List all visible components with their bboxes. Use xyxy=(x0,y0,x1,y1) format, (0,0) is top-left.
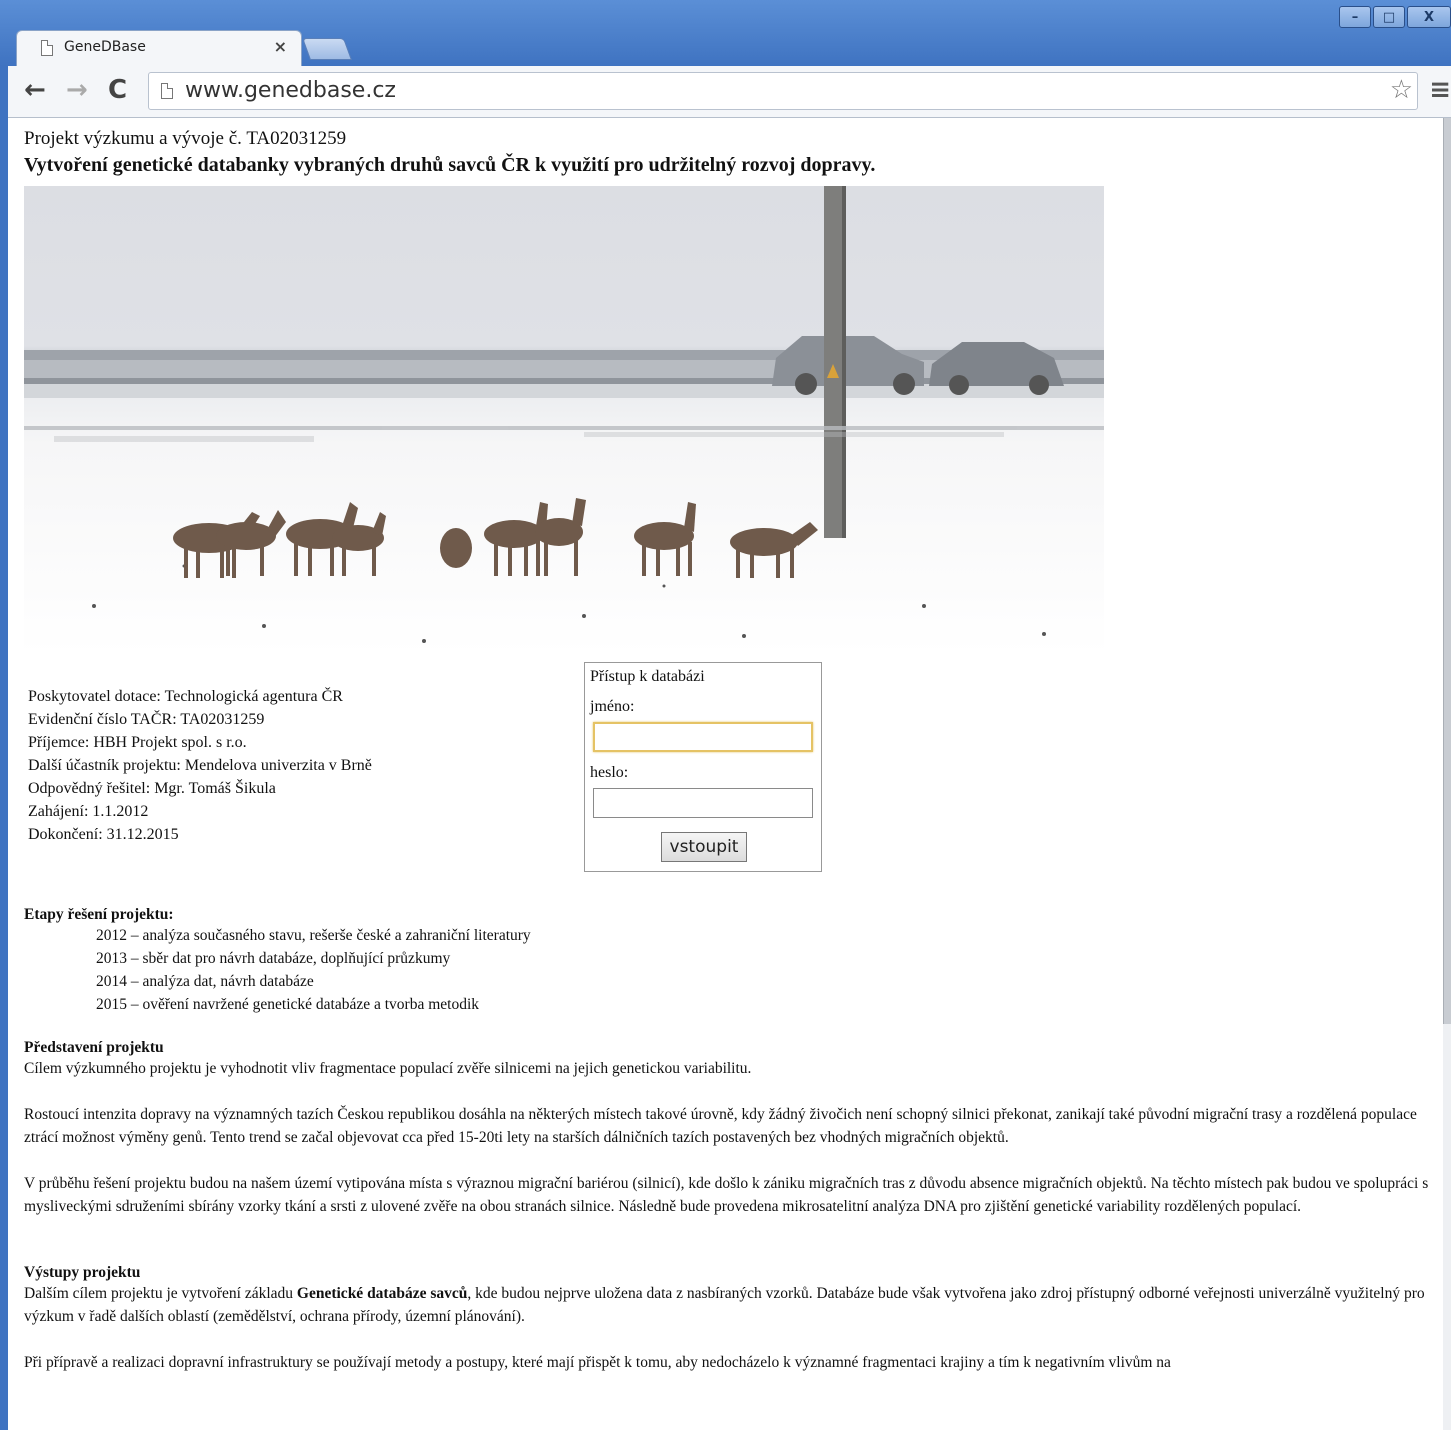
login-title: Přístup k databázi xyxy=(590,668,705,685)
list-item: 2012 – analýza současného stavu, rešerše… xyxy=(96,927,531,944)
back-arrow-icon[interactable]: ← xyxy=(24,76,46,104)
browser-toolbar: ← → C www.genedbase.cz ☆ ≡ xyxy=(0,66,1451,118)
outputs-paragraph: Dalším cílem projektu je vytvoření zákla… xyxy=(24,1282,1436,1328)
info-line: Další účastník projektu: Mendelova unive… xyxy=(28,757,372,774)
forward-arrow-icon[interactable]: → xyxy=(66,76,88,104)
info-line: Poskytovatel dotace: Technologická agent… xyxy=(28,688,343,705)
username-label: jméno: xyxy=(590,698,635,715)
window-controls: – □ X xyxy=(1339,6,1451,28)
close-window-button[interactable]: X xyxy=(1407,6,1451,28)
hero-photo xyxy=(24,186,1104,656)
info-line: Zahájení: 1.1.2012 xyxy=(28,803,149,820)
menu-icon[interactable]: ≡ xyxy=(1429,76,1451,104)
address-bar[interactable]: www.genedbase.cz ☆ xyxy=(148,72,1418,110)
intro-heading: Představení projektu xyxy=(24,1039,164,1056)
vertical-scrollbar[interactable] xyxy=(1443,118,1451,1430)
url-text[interactable]: www.genedbase.cz xyxy=(185,78,396,103)
login-form: Přístup k databázi jméno: heslo: vstoupi… xyxy=(584,662,822,872)
info-line: Odpovědný řešitel: Mgr. Tomáš Šikula xyxy=(28,780,276,797)
outputs-bold-text: Genetické databáze savců xyxy=(296,1285,468,1302)
intro-paragraph: Rostoucí intenzita dopravy na významných… xyxy=(24,1106,1417,1146)
maximize-button[interactable]: □ xyxy=(1373,6,1405,28)
project-sections: Etapy řešení projektu: 2012 – analýza so… xyxy=(24,906,1436,1374)
browser-titlebar: – □ X GeneDBase × xyxy=(0,0,1451,66)
reload-icon[interactable]: C xyxy=(108,76,127,104)
username-input[interactable] xyxy=(593,722,813,752)
outputs-text: Dalším cílem projektu je vytvoření zákla… xyxy=(24,1285,297,1302)
page-content: Projekt výzkumu a vývoje č. TA02031259 V… xyxy=(24,128,1436,1371)
info-line: Evidenční číslo TAČR: TA02031259 xyxy=(28,711,265,728)
intro-paragraph: Cílem výzkumného projektu je vyhodnotit … xyxy=(24,1060,752,1077)
tab-close-icon[interactable]: × xyxy=(274,37,287,56)
page-icon xyxy=(41,40,53,56)
list-item: 2013 – sběr dat pro návrh databáze, dopl… xyxy=(96,950,451,967)
info-line: Příjemce: HBH Projekt spol. s r.o. xyxy=(28,734,247,751)
page-icon xyxy=(161,83,173,99)
star-icon[interactable]: ☆ xyxy=(1390,75,1413,105)
outputs-heading: Výstupy projektu xyxy=(24,1264,141,1281)
tab-title: GeneDBase xyxy=(64,39,146,55)
stages-list: 2012 – analýza současného stavu, rešerše… xyxy=(24,924,1436,1016)
outputs-paragraph: Při přípravě a realizaci dopravní infras… xyxy=(24,1354,1171,1371)
deer-field-illustration xyxy=(24,186,1104,643)
login-submit-button[interactable]: vstoupit xyxy=(661,832,747,862)
project-number: Projekt výzkumu a vývoje č. TA02031259 xyxy=(24,128,347,149)
password-label: heslo: xyxy=(590,764,629,781)
browser-tab[interactable]: GeneDBase × xyxy=(16,30,302,66)
project-title: Vytvoření genetické databanky vybraných … xyxy=(24,154,876,176)
password-input[interactable] xyxy=(593,788,813,818)
new-tab-button[interactable] xyxy=(301,38,353,60)
list-item: 2015 – ověření navržené genetické databá… xyxy=(96,996,480,1013)
list-item: 2014 – analýza dat, návrh databáze xyxy=(96,973,314,990)
info-line: Dokončení: 31.12.2015 xyxy=(28,826,179,843)
stages-heading: Etapy řešení projektu: xyxy=(24,906,174,923)
window-frame xyxy=(0,66,8,1430)
project-info: Poskytovatel dotace: Technologická agent… xyxy=(28,685,372,846)
scrollbar-thumb[interactable] xyxy=(1443,118,1451,1024)
intro-paragraph: V průběhu řešení projektu budou na našem… xyxy=(24,1175,1429,1215)
minimize-button[interactable]: – xyxy=(1339,6,1371,28)
